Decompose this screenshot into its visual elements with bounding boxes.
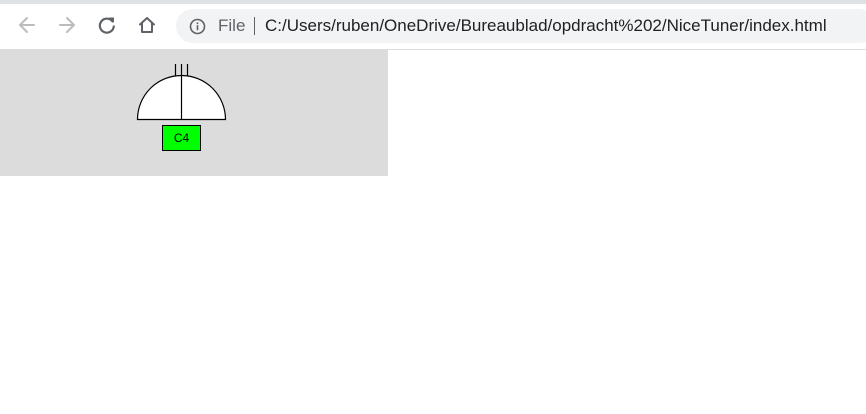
tuner-panel: C4 bbox=[0, 50, 388, 176]
tuner-dial bbox=[136, 62, 228, 127]
note-display: C4 bbox=[162, 125, 201, 151]
url-text[interactable]: C:/Users/ruben/OneDrive/Bureaublad/opdra… bbox=[265, 9, 827, 43]
url-separator bbox=[254, 17, 255, 35]
forward-button[interactable] bbox=[52, 10, 82, 40]
reload-button[interactable] bbox=[92, 10, 122, 40]
home-icon bbox=[137, 15, 157, 35]
arrow-left-icon bbox=[17, 15, 37, 35]
page-content: C4 bbox=[0, 50, 866, 414]
browser-toolbar: File C:/Users/ruben/OneDrive/Bureaublad/… bbox=[0, 4, 866, 50]
url-scheme-label: File bbox=[218, 16, 246, 35]
home-button[interactable] bbox=[132, 10, 162, 40]
address-bar[interactable]: File C:/Users/ruben/OneDrive/Bureaublad/… bbox=[176, 9, 866, 43]
arrow-right-icon bbox=[57, 15, 77, 35]
back-button[interactable] bbox=[12, 10, 42, 40]
reload-icon bbox=[97, 15, 117, 35]
info-icon[interactable] bbox=[189, 18, 206, 40]
